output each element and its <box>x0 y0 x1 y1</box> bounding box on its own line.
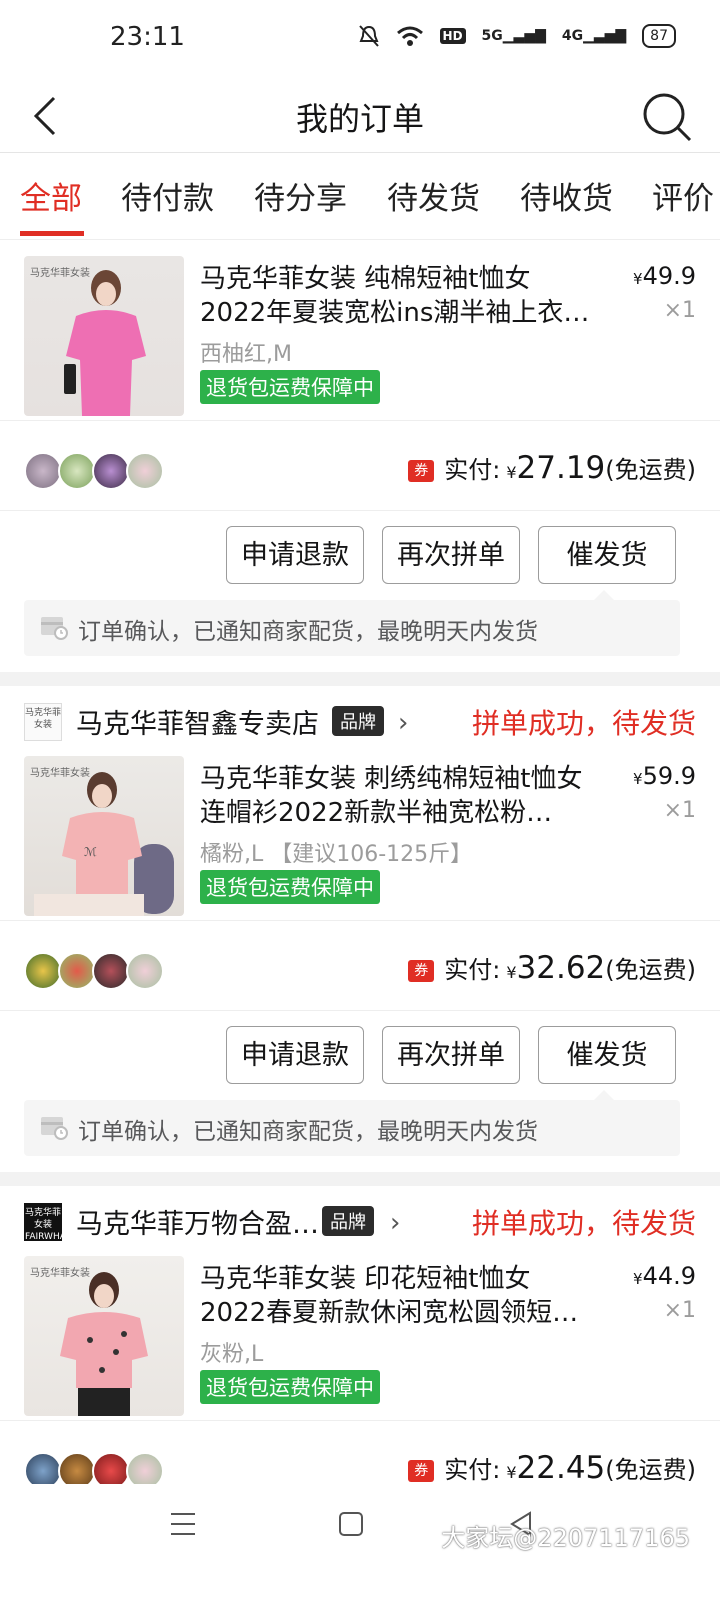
coupon-tag: 券 <box>408 960 435 982</box>
avatar <box>24 952 62 990</box>
goods-title[interactable]: 马克华菲女装 印花短袖t恤女2022春夏新款休闲宽松圆领短… <box>200 1262 592 1330</box>
active-tab-indicator <box>20 231 84 236</box>
search-icon[interactable] <box>640 90 694 144</box>
group-buyer-avatars <box>24 952 164 990</box>
watermark: 大家坛@2207117165 <box>441 1524 690 1552</box>
tab-review[interactable]: 评价 <box>652 173 714 218</box>
home-icon[interactable] <box>338 1510 364 1538</box>
avatar <box>126 452 164 490</box>
product-image[interactable]: 马克华菲女装 <box>24 256 184 416</box>
paid-amount: 券 实付: ¥ 32.62 (免运费) <box>408 950 696 986</box>
avatar <box>126 952 164 990</box>
goods-spec: 灰粉,L <box>200 1342 264 1367</box>
page-title: 我的订单 <box>295 100 424 138</box>
thumb-brand-text: 马克华菲女装 <box>30 268 90 279</box>
delivery-clock-icon <box>41 617 68 640</box>
thumb-brand-text: 马克华菲女装 <box>30 1268 90 1279</box>
avatar <box>58 452 96 490</box>
goods-title[interactable]: 马克华菲女装 刺绣纯棉短袖t恤女连帽衫2022新款半袖宽松粉… <box>200 762 592 830</box>
status-bar: 23:11 HD 5G▁▃▅▇ 4G▁▃▅▇ 87 <box>0 0 720 80</box>
tab-pending-receipt[interactable]: 待收货 <box>520 173 613 218</box>
tab-all[interactable]: 全部 <box>20 173 82 218</box>
status-icons: HD 5G▁▃▅▇ 4G▁▃▅▇ 87 <box>358 24 676 48</box>
return-shipping-guarantee-badge: 退货包运费保障中 <box>200 1370 380 1404</box>
goods-title[interactable]: 马克华菲女装 纯棉短袖t恤女2022年夏装宽松ins潮半袖上衣… <box>200 262 592 330</box>
delivery-clock-icon <box>41 1117 68 1140</box>
goods-spec: 西柚红,M <box>200 342 292 367</box>
product-image[interactable]: 马克华菲女装 ℳ <box>24 756 184 916</box>
avatar <box>24 452 62 490</box>
system-navigation-bar: 大家坛@2207117165 <box>0 1484 720 1608</box>
order-status: 拼单成功，待发货 <box>471 1207 696 1240</box>
goods-spec: 橘粉,L 【建议106-125斤】 <box>200 842 473 867</box>
group-again-button[interactable]: 再次拼单 <box>382 1026 520 1084</box>
request-refund-button[interactable]: 申请退款 <box>226 526 364 584</box>
shop-logo: 马克华菲女装 FAIRWHALE <box>24 1203 77 1242</box>
product-image[interactable]: 马克华菲女装 <box>24 1256 184 1416</box>
goods-item[interactable]: 马克华菲女装 ℳ 马克华菲女装 刺绣纯棉短袖t恤女连帽衫2022新款半袖宽松粉…… <box>0 740 720 921</box>
return-shipping-guarantee-badge: 退货包运费保障中 <box>200 370 380 404</box>
chevron-right-icon: › <box>390 1208 401 1238</box>
coupon-tag: 券 <box>408 460 435 482</box>
group-buyer-avatars <box>24 452 164 490</box>
model-figure: ℳ <box>34 772 174 916</box>
svg-text:ℳ: ℳ <box>84 845 97 859</box>
urge-shipment-button[interactable]: 催发货 <box>538 1026 676 1084</box>
tab-pending-payment[interactable]: 待付款 <box>121 173 214 218</box>
wifi-icon <box>396 26 423 46</box>
menu-icon[interactable] <box>170 1510 196 1538</box>
order-notice: 订单确认，已通知商家配货，最晚明天内发货 <box>24 1090 680 1156</box>
request-refund-button[interactable]: 申请退款 <box>226 1026 364 1084</box>
paid-amount: 券 实付: ¥ 22.45 (免运费) <box>408 1450 696 1486</box>
goods-quantity: ×1 <box>663 1298 696 1323</box>
tab-pending-shipment[interactable]: 待发货 <box>387 173 480 218</box>
shop-logo: 马克华菲女装 <box>24 703 62 741</box>
group-again-button[interactable]: 再次拼单 <box>382 526 520 584</box>
order-tabs: 全部 待付款 待分享 待发货 待收货 评价 <box>0 153 720 240</box>
order-card: 马克华菲女装 马克华菲智鑫专卖店 品牌 › 拼单成功，待发货 马克华菲女装 ℳ … <box>0 686 720 1172</box>
goods-quantity: ×1 <box>663 298 696 323</box>
goods-quantity: ×1 <box>663 798 696 823</box>
thumb-brand-text: 马克华菲女装 <box>30 768 90 779</box>
brand-badge: 品牌 <box>322 1206 374 1236</box>
chevron-right-icon: › <box>398 708 409 738</box>
order-list[interactable]: 马克华菲女装 马克华菲女装 纯棉短袖t恤女2022年夏装宽松ins潮半袖上衣… … <box>0 240 720 1522</box>
hd-icon: HD <box>439 28 466 44</box>
goods-item[interactable]: 马克华菲女装 马克华菲女装 印花短袖t恤女2022春夏新款休闲宽松圆领短… ¥4… <box>0 1240 720 1421</box>
order-actions: 申请退款 再次拼单 催发货 <box>0 510 720 600</box>
model-figure <box>60 1272 148 1416</box>
tab-pending-share[interactable]: 待分享 <box>254 173 347 218</box>
return-shipping-guarantee-badge: 退货包运费保障中 <box>200 870 380 904</box>
brand-badge: 品牌 <box>332 706 384 736</box>
goods-item[interactable]: 马克华菲女装 马克华菲女装 纯棉短袖t恤女2022年夏装宽松ins潮半袖上衣… … <box>0 240 720 421</box>
signal-4g-icon: 4G▁▃▅▇ <box>561 28 627 44</box>
battery-icon: 87 <box>642 24 676 48</box>
order-notice: 订单确认，已通知商家配货，最晚明天内发货 <box>24 590 680 656</box>
urge-shipment-button[interactable]: 催发货 <box>538 526 676 584</box>
payment-row: 券 实付: ¥ 32.62 (免运费) <box>0 932 720 1011</box>
order-card: 马克华菲女装 马克华菲女装 纯棉短袖t恤女2022年夏装宽松ins潮半袖上衣… … <box>0 240 720 672</box>
signal-5g-icon: 5G▁▃▅▇ <box>481 28 546 44</box>
status-time: 23:11 <box>110 22 185 52</box>
header: 我的订单 <box>0 80 720 153</box>
paid-amount: 券 实付: ¥ 27.19 (免运费) <box>408 450 696 486</box>
payment-row: 券 实付: ¥ 27.19 (免运费) <box>0 432 720 511</box>
coupon-tag: 券 <box>408 1460 435 1482</box>
model-figure <box>64 270 146 416</box>
order-card: 马克华菲女装 FAIRWHALE 马克华菲万物合盈… 品牌 › 拼单成功，待发货… <box>0 1186 720 1522</box>
goods-price: ¥44.9 <box>633 1262 696 1290</box>
order-actions: 申请退款 再次拼单 催发货 <box>0 1010 720 1100</box>
avatar <box>58 952 96 990</box>
avatar <box>92 452 130 490</box>
avatar <box>92 952 130 990</box>
shop-name[interactable]: 马克华菲万物合盈… <box>76 1202 319 1241</box>
order-status: 拼单成功，待发货 <box>471 707 696 740</box>
goods-price: ¥49.9 <box>633 262 696 290</box>
mute-bell-icon <box>358 25 379 47</box>
goods-price: ¥59.9 <box>633 762 696 790</box>
shop-name[interactable]: 马克华菲智鑫专卖店 <box>76 702 319 741</box>
